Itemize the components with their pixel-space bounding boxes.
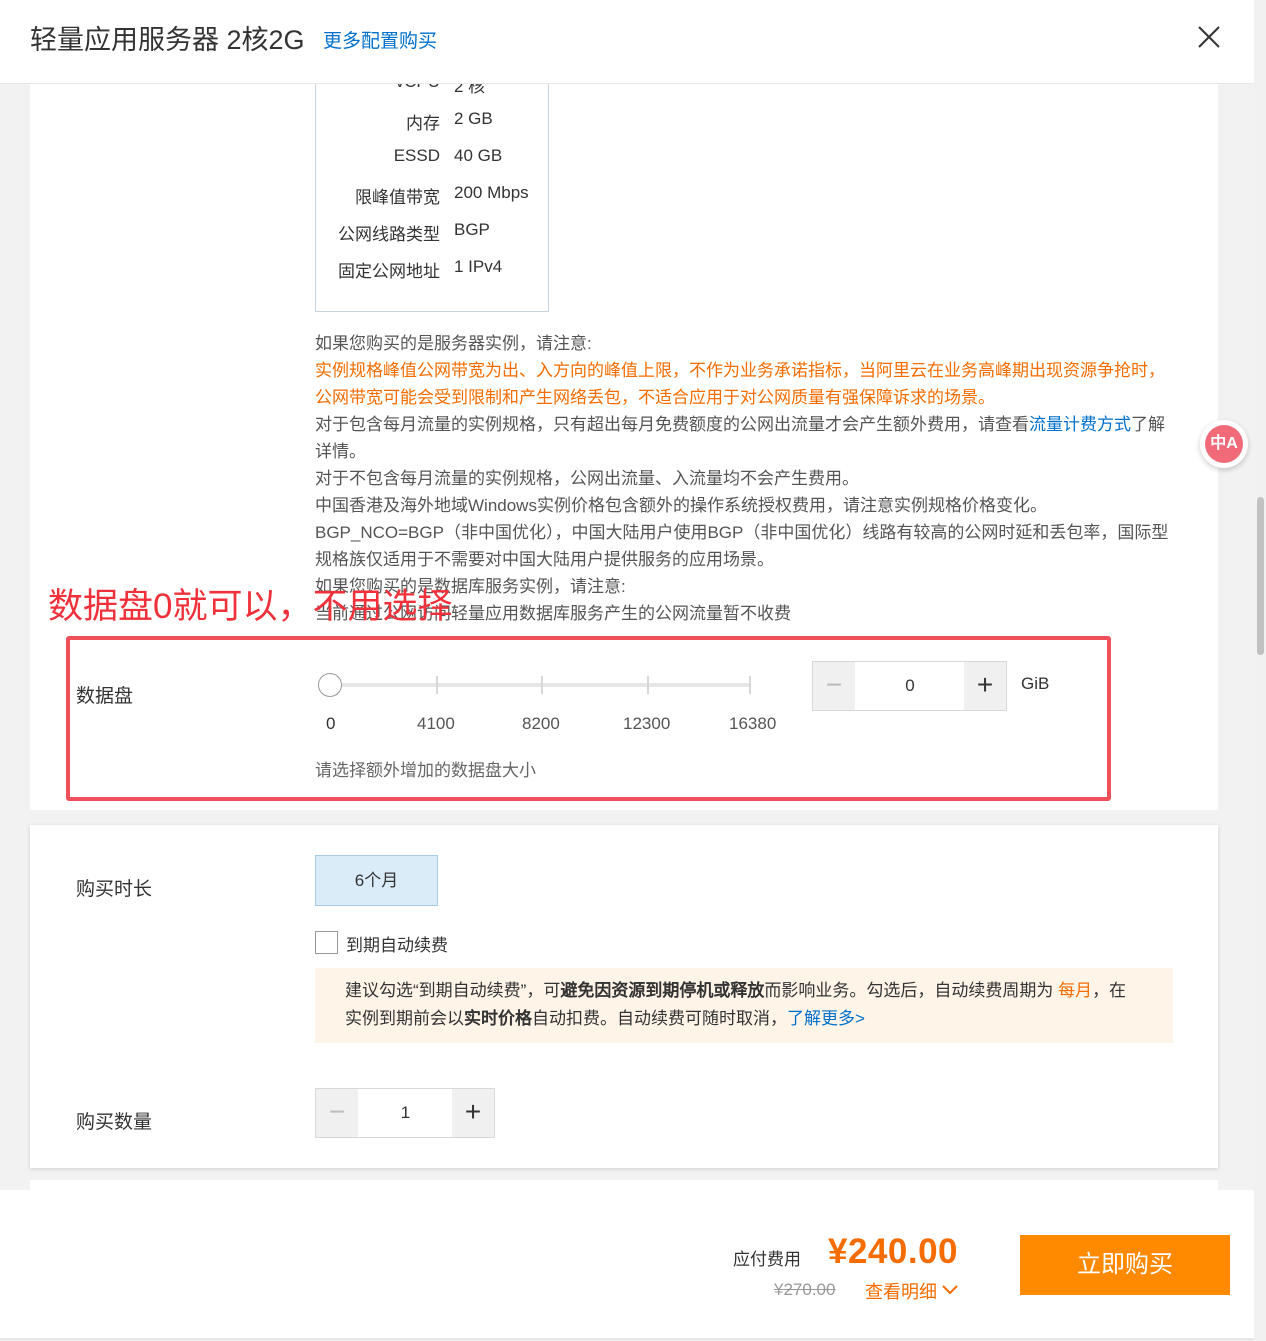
spec-table: vCPU 2 核 内存 2 GB ESSD 40 GB 限峰值带宽 200 Mbps 公…: [315, 84, 549, 312]
spec-value: 2 核: [454, 84, 486, 96]
close-icon[interactable]: [1196, 24, 1222, 50]
spec-row: 固定公网地址 1 IPv4: [316, 257, 550, 281]
spec-row: ESSD 40 GB: [316, 146, 550, 170]
quantity-decrease-button[interactable]: −: [316, 1089, 358, 1137]
spec-key: 内存: [406, 114, 440, 133]
note-line: 对于包含每月流量的实例规格，只有超出每月免费额度的公网出流量才会产生额外费用，请…: [315, 411, 1175, 465]
spec-key: vCPU: [396, 84, 440, 92]
learn-more-link[interactable]: 了解更多>: [787, 1009, 865, 1028]
view-details-link[interactable]: 查看明细: [865, 1278, 958, 1304]
chevron-down-icon: [942, 1285, 958, 1295]
spec-row: 限峰值带宽 200 Mbps: [316, 183, 550, 207]
spec-key: ESSD: [393, 146, 440, 165]
spec-key: 固定公网地址: [338, 262, 440, 281]
auto-renew-label[interactable]: 到期自动续费: [346, 931, 448, 956]
spec-row: vCPU 2 核: [316, 84, 550, 96]
note-line: 如果您购买的是服务器实例，请注意:: [315, 334, 592, 353]
notice-text: 自动扣费。自动续费可随时取消，: [532, 1009, 787, 1028]
buy-now-button[interactable]: 立即购买: [1020, 1235, 1230, 1295]
note-line: 中国香港及海外地域Windows实例价格包含额外的操作系统授权费用，请注意实例规…: [315, 496, 1047, 515]
note-line: BGP_NCO=BGP（非中国优化），中国大陆用户使用BGP（非中国优化）线路有…: [315, 523, 1169, 569]
annotation-text: 数据盘0就可以，不用选择: [48, 587, 453, 626]
notice-bold-text: 实时价格: [464, 1009, 532, 1028]
annotation-highlight-box: [66, 636, 1111, 801]
bandwidth-warning: 实例规格峰值公网带宽为出、入方向的峰值上限，不作为业务承诺指标，当阿里云在业务高…: [315, 361, 1165, 407]
spec-row: 内存 2 GB: [316, 109, 550, 133]
spec-value: 200 Mbps: [454, 183, 529, 202]
spec-value: 2 GB: [454, 109, 493, 128]
spec-value: BGP: [454, 220, 490, 239]
quantity-stepper: − 1 +: [315, 1088, 495, 1138]
quantity-label: 购买数量: [76, 1112, 153, 1133]
spec-key: 公网线路类型: [338, 225, 440, 244]
renew-period-text: 每月: [1058, 981, 1093, 1000]
translate-icon: 中A: [1205, 425, 1243, 463]
auto-renew-notice: 建议勾选“到期自动续费”，可避免因资源到期停机或释放而影响业务。勾选后，自动续费…: [315, 968, 1173, 1043]
notice-text: 建议勾选“到期自动续费”，可: [345, 981, 561, 1000]
quantity-increase-button[interactable]: +: [452, 1089, 494, 1137]
traffic-billing-link[interactable]: 流量计费方式: [1029, 415, 1131, 434]
spec-value: 40 GB: [454, 146, 503, 165]
note-line: 对于不包含每月流量的实例规格，公网出流量、入流量均不会产生费用。: [315, 469, 859, 488]
more-config-link[interactable]: 更多配置购买: [323, 26, 437, 53]
scrollbar[interactable]: [1254, 0, 1266, 1341]
fee-label: 应付费用: [733, 1250, 801, 1269]
duration-option-6-months[interactable]: 6个月: [315, 855, 438, 906]
original-price: ¥270.00: [774, 1280, 836, 1299]
auto-renew-checkbox[interactable]: [315, 931, 338, 954]
notice-text: 而影响业务。勾选后，自动续费周期为: [764, 981, 1054, 1000]
next-card: [30, 1180, 1218, 1190]
spec-value: 1 IPv4: [454, 257, 503, 276]
dialog-header: 轻量应用服务器 2核2G 更多配置购买: [0, 0, 1254, 84]
spec-row: 公网线路类型 BGP: [316, 220, 550, 244]
quantity-input[interactable]: 1: [358, 1089, 453, 1137]
view-details-text: 查看明细: [865, 1282, 937, 1302]
notice-bold-text: 避免因资源到期停机或释放: [560, 981, 765, 1000]
scrollbar-thumb[interactable]: [1257, 497, 1264, 655]
duration-label: 购买时长: [76, 879, 153, 900]
note-text: 对于包含每月流量的实例规格，只有超出每月免费额度的公网出流量才会产生额外费用，请…: [315, 415, 1029, 434]
spec-key: 限峰值带宽: [355, 188, 440, 207]
translate-button[interactable]: 中A: [1200, 420, 1248, 468]
dialog-title: 轻量应用服务器 2核2G: [30, 25, 305, 55]
total-price: ¥240.00: [828, 1232, 959, 1271]
